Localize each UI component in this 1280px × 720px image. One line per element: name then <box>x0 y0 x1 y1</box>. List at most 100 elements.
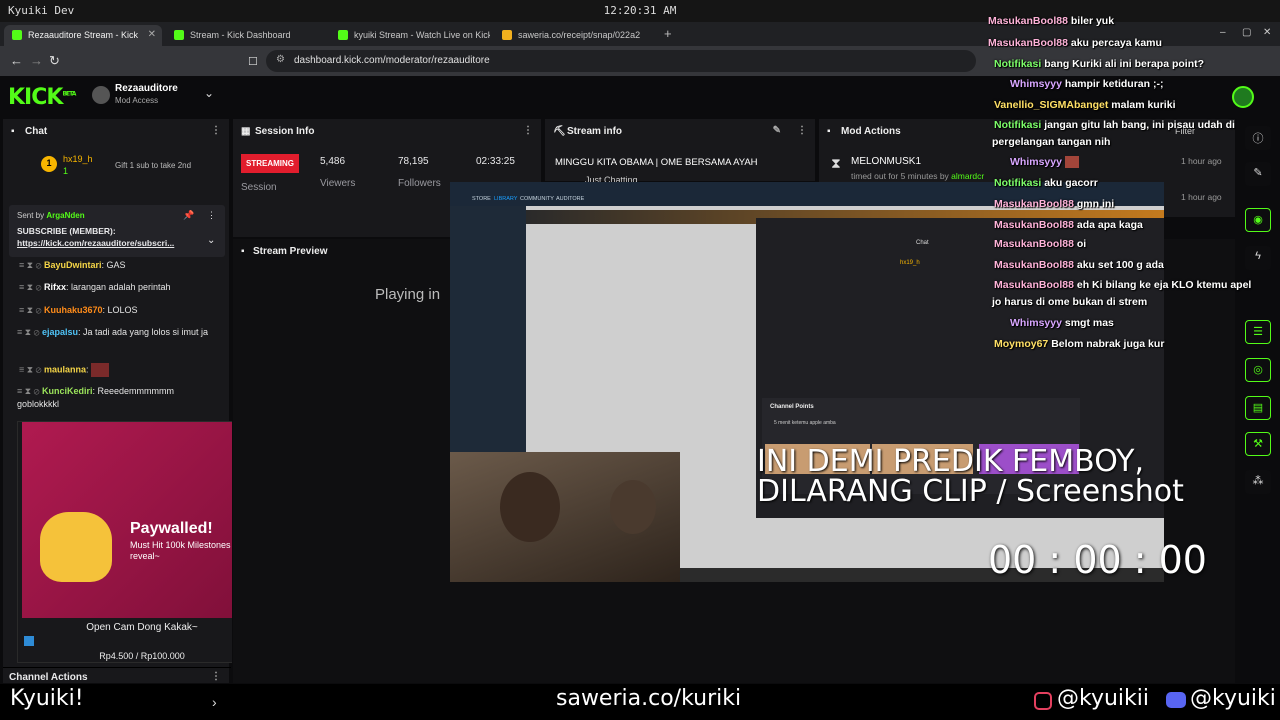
overlay-chat-text: oi <box>1076 238 1087 250</box>
pinned-menu-icon[interactable]: ⋮ <box>207 210 216 221</box>
instagram-handle: @kyuikii <box>1057 686 1149 711</box>
kick-favicon-icon <box>338 30 348 40</box>
mod-action-user[interactable]: MELONMUSK1 <box>851 156 921 167</box>
stream-info-icon: ⛏ <box>553 126 566 137</box>
pin-icon[interactable]: 📌 <box>183 210 194 221</box>
info-icon[interactable]: ⓘ <box>1245 126 1271 150</box>
tab-kyuiki-stream[interactable]: kyuiki Stream - Watch Live on Kick <box>330 25 490 46</box>
kick-logo[interactable]: KICKBETA <box>8 85 76 110</box>
bookmark-icon[interactable]: ☐ <box>248 55 258 68</box>
chat-user[interactable]: KunciKediri <box>42 386 93 396</box>
streamer-face <box>500 472 560 542</box>
channel-actions-header: Channel Actions ⋮ <box>3 667 231 685</box>
overlay-chat-text: jangan gitu lah bang, ini pisau udah di <box>1044 119 1235 131</box>
overlay-chat-text: aku percaya kamu <box>1070 37 1162 49</box>
new-tab-icon[interactable]: + <box>664 26 672 41</box>
overlay-chat-line: Notifikasi aku gacorr <box>994 177 1098 189</box>
overlay-chat-user: Moymoy67 <box>994 338 1049 350</box>
lightning-icon[interactable]: ϟ <box>1245 246 1271 270</box>
overlay-chat-text: jo harus di ome bukan di strem <box>992 296 1148 308</box>
stream-info-title: Stream info <box>567 126 623 137</box>
chat-bubble-icon[interactable]: ☰ <box>1245 320 1271 344</box>
mod-access-label: Mod Access <box>115 96 159 105</box>
session-info-title: Session Info <box>255 126 315 137</box>
tab-rezaauditore-stream[interactable]: Rezaauditore Stream - Kick ✕ <box>4 25 162 46</box>
broadcast-icon[interactable]: ◎ <box>1245 358 1271 382</box>
pinned-expand-chevron-icon[interactable]: ⌄ <box>207 235 215 246</box>
pinned-by-label: Sent by <box>17 211 45 220</box>
reward-mascot-icon <box>40 512 112 582</box>
wrench-icon[interactable]: ⚒ <box>1245 432 1271 456</box>
pinned-by-user[interactable]: ArgaNden <box>46 211 84 220</box>
pencil-icon[interactable]: ✎ <box>1245 162 1271 186</box>
overlay-chat-line: MasukanBool88 eh Ki bilang ke eja KLO kt… <box>994 279 1251 291</box>
inner-steam-tab: COMMUNITY <box>520 196 554 202</box>
overlay-chat-text: pergelangan tangan nih <box>992 136 1111 148</box>
chat-menu-icon[interactable]: ⋮ <box>211 125 221 136</box>
pinned-link[interactable]: https://kick.com/rezaauditore/subscri... <box>17 238 197 248</box>
back-icon[interactable]: ← <box>10 53 23 68</box>
tab-saweria-receipt[interactable]: saweria.co/receipt/snap/022a2 <box>494 25 654 46</box>
chat-title: Chat <box>25 126 48 137</box>
stream-info-panel: ⛏ Stream info ✎ ⋮ MINGGU KITA OBAMA | OM… <box>544 118 816 185</box>
overlay-chat-text: smgt mas <box>1064 317 1114 329</box>
overlay-chat-line: MasukanBool88 gmn ini <box>994 198 1114 210</box>
reward-caption: Open Cam Dong Kakak~ <box>86 622 198 633</box>
chat-user[interactable]: ejapalsu <box>42 327 78 337</box>
mod-action-detail-text: timed out for 5 minutes by <box>851 171 949 181</box>
tab-kick-dashboard[interactable]: Stream - Kick Dashboard <box>166 25 326 46</box>
inner-steam-tab: STORE <box>472 196 491 202</box>
user-avatar[interactable] <box>1232 86 1254 108</box>
layout-icon[interactable]: ▤ <box>1245 396 1271 420</box>
chat-user[interactable]: Rifxx <box>44 282 66 292</box>
overlay-chat-user: Notifikasi <box>994 58 1042 70</box>
overlay-chat-user: Vanellio_SIGMAbanget <box>994 99 1109 111</box>
overlay-chat-user: MasukanBool88 <box>994 259 1074 271</box>
gift-user[interactable]: hx19_h <box>63 154 93 164</box>
overlay-chat-user: Whimsyyy <box>1010 78 1062 90</box>
url-field[interactable]: ⚙ dashboard.kick.com/moderator/rezaaudit… <box>266 50 976 72</box>
overlay-chat-line: pergelangan tangan nih <box>992 136 1110 148</box>
viewers-count: 5,486 <box>320 156 346 167</box>
overlay-chat-user: MasukanBool88 <box>994 279 1074 291</box>
overlay-chat-user: Notifikasi <box>994 177 1042 189</box>
overlay-chat-user: MasukanBool88 <box>994 219 1074 231</box>
overlay-chat-line: Notifikasi bang Kuriki ali ini berapa po… <box>994 58 1204 70</box>
site-info-icon[interactable]: ⚙ <box>276 54 285 65</box>
chat-user[interactable]: maulanna <box>44 364 86 374</box>
close-window-icon[interactable]: ✕ <box>1263 27 1271 38</box>
edit-icon[interactable]: ✎ <box>773 125 781 136</box>
channel-switch-chevron-icon[interactable]: ⌄ <box>204 86 214 100</box>
reward-card[interactable]: Paywalled! Must Hit 100k Milestones to r… <box>17 421 266 663</box>
chat-user[interactable]: BayuDwintari <box>44 260 102 270</box>
overlay-chat-line: Whimsyyy <box>1010 156 1079 169</box>
overlay-chat-text: hampir ketiduran ;-; <box>1064 78 1164 90</box>
kick-logo-beta: BETA <box>62 90 76 98</box>
session-menu-icon[interactable]: ⋮ <box>523 125 533 136</box>
overlay-chat-text: aku set 100 g ada <box>1076 259 1164 271</box>
os-app-label: Kyuiki Dev <box>8 4 75 17</box>
overlay-chat-user: MasukanBool88 <box>994 198 1074 210</box>
chevron-right-icon[interactable]: › <box>212 694 217 710</box>
chat-user[interactable]: Kuuhaku3670 <box>44 305 103 315</box>
channel-actions-title: Channel Actions <box>9 672 88 683</box>
mod-actions-icon: ▪ <box>827 126 831 137</box>
stream-info-menu-icon[interactable]: ⋮ <box>797 125 807 136</box>
session-info-icon: ▦ <box>241 126 251 137</box>
bottom-saweria-text: saweria.co/kuriki <box>556 686 742 711</box>
chat-message: ≡ ⧗ ⊘ maulanna: <box>19 363 219 377</box>
reward-image: Paywalled! Must Hit 100k Milestones to r… <box>22 422 266 618</box>
mod-action-by[interactable]: almardcr <box>951 171 984 181</box>
apps-icon[interactable]: ⁂ <box>1245 470 1271 494</box>
mod-actions-title: Mod Actions <box>841 126 901 137</box>
chat-icon: ▪ <box>11 126 15 137</box>
channel-name[interactable]: Rezaauditore <box>115 83 178 94</box>
kick-header: KICKBETA Rezaauditore Mod Access ⌄ <box>0 76 990 116</box>
overlay-chat-user: Whimsyyy <box>1010 156 1062 168</box>
reload-icon[interactable]: ↻ <box>49 53 60 69</box>
channel-actions-menu-icon[interactable]: ⋮ <box>211 671 221 682</box>
camera-icon[interactable]: ◉ <box>1245 208 1271 232</box>
close-tab-icon[interactable]: ✕ <box>148 29 156 40</box>
overlay-chat-line: Whimsyyy hampir ketiduran ;-; <box>1010 78 1163 90</box>
forward-icon[interactable]: → <box>30 53 43 68</box>
